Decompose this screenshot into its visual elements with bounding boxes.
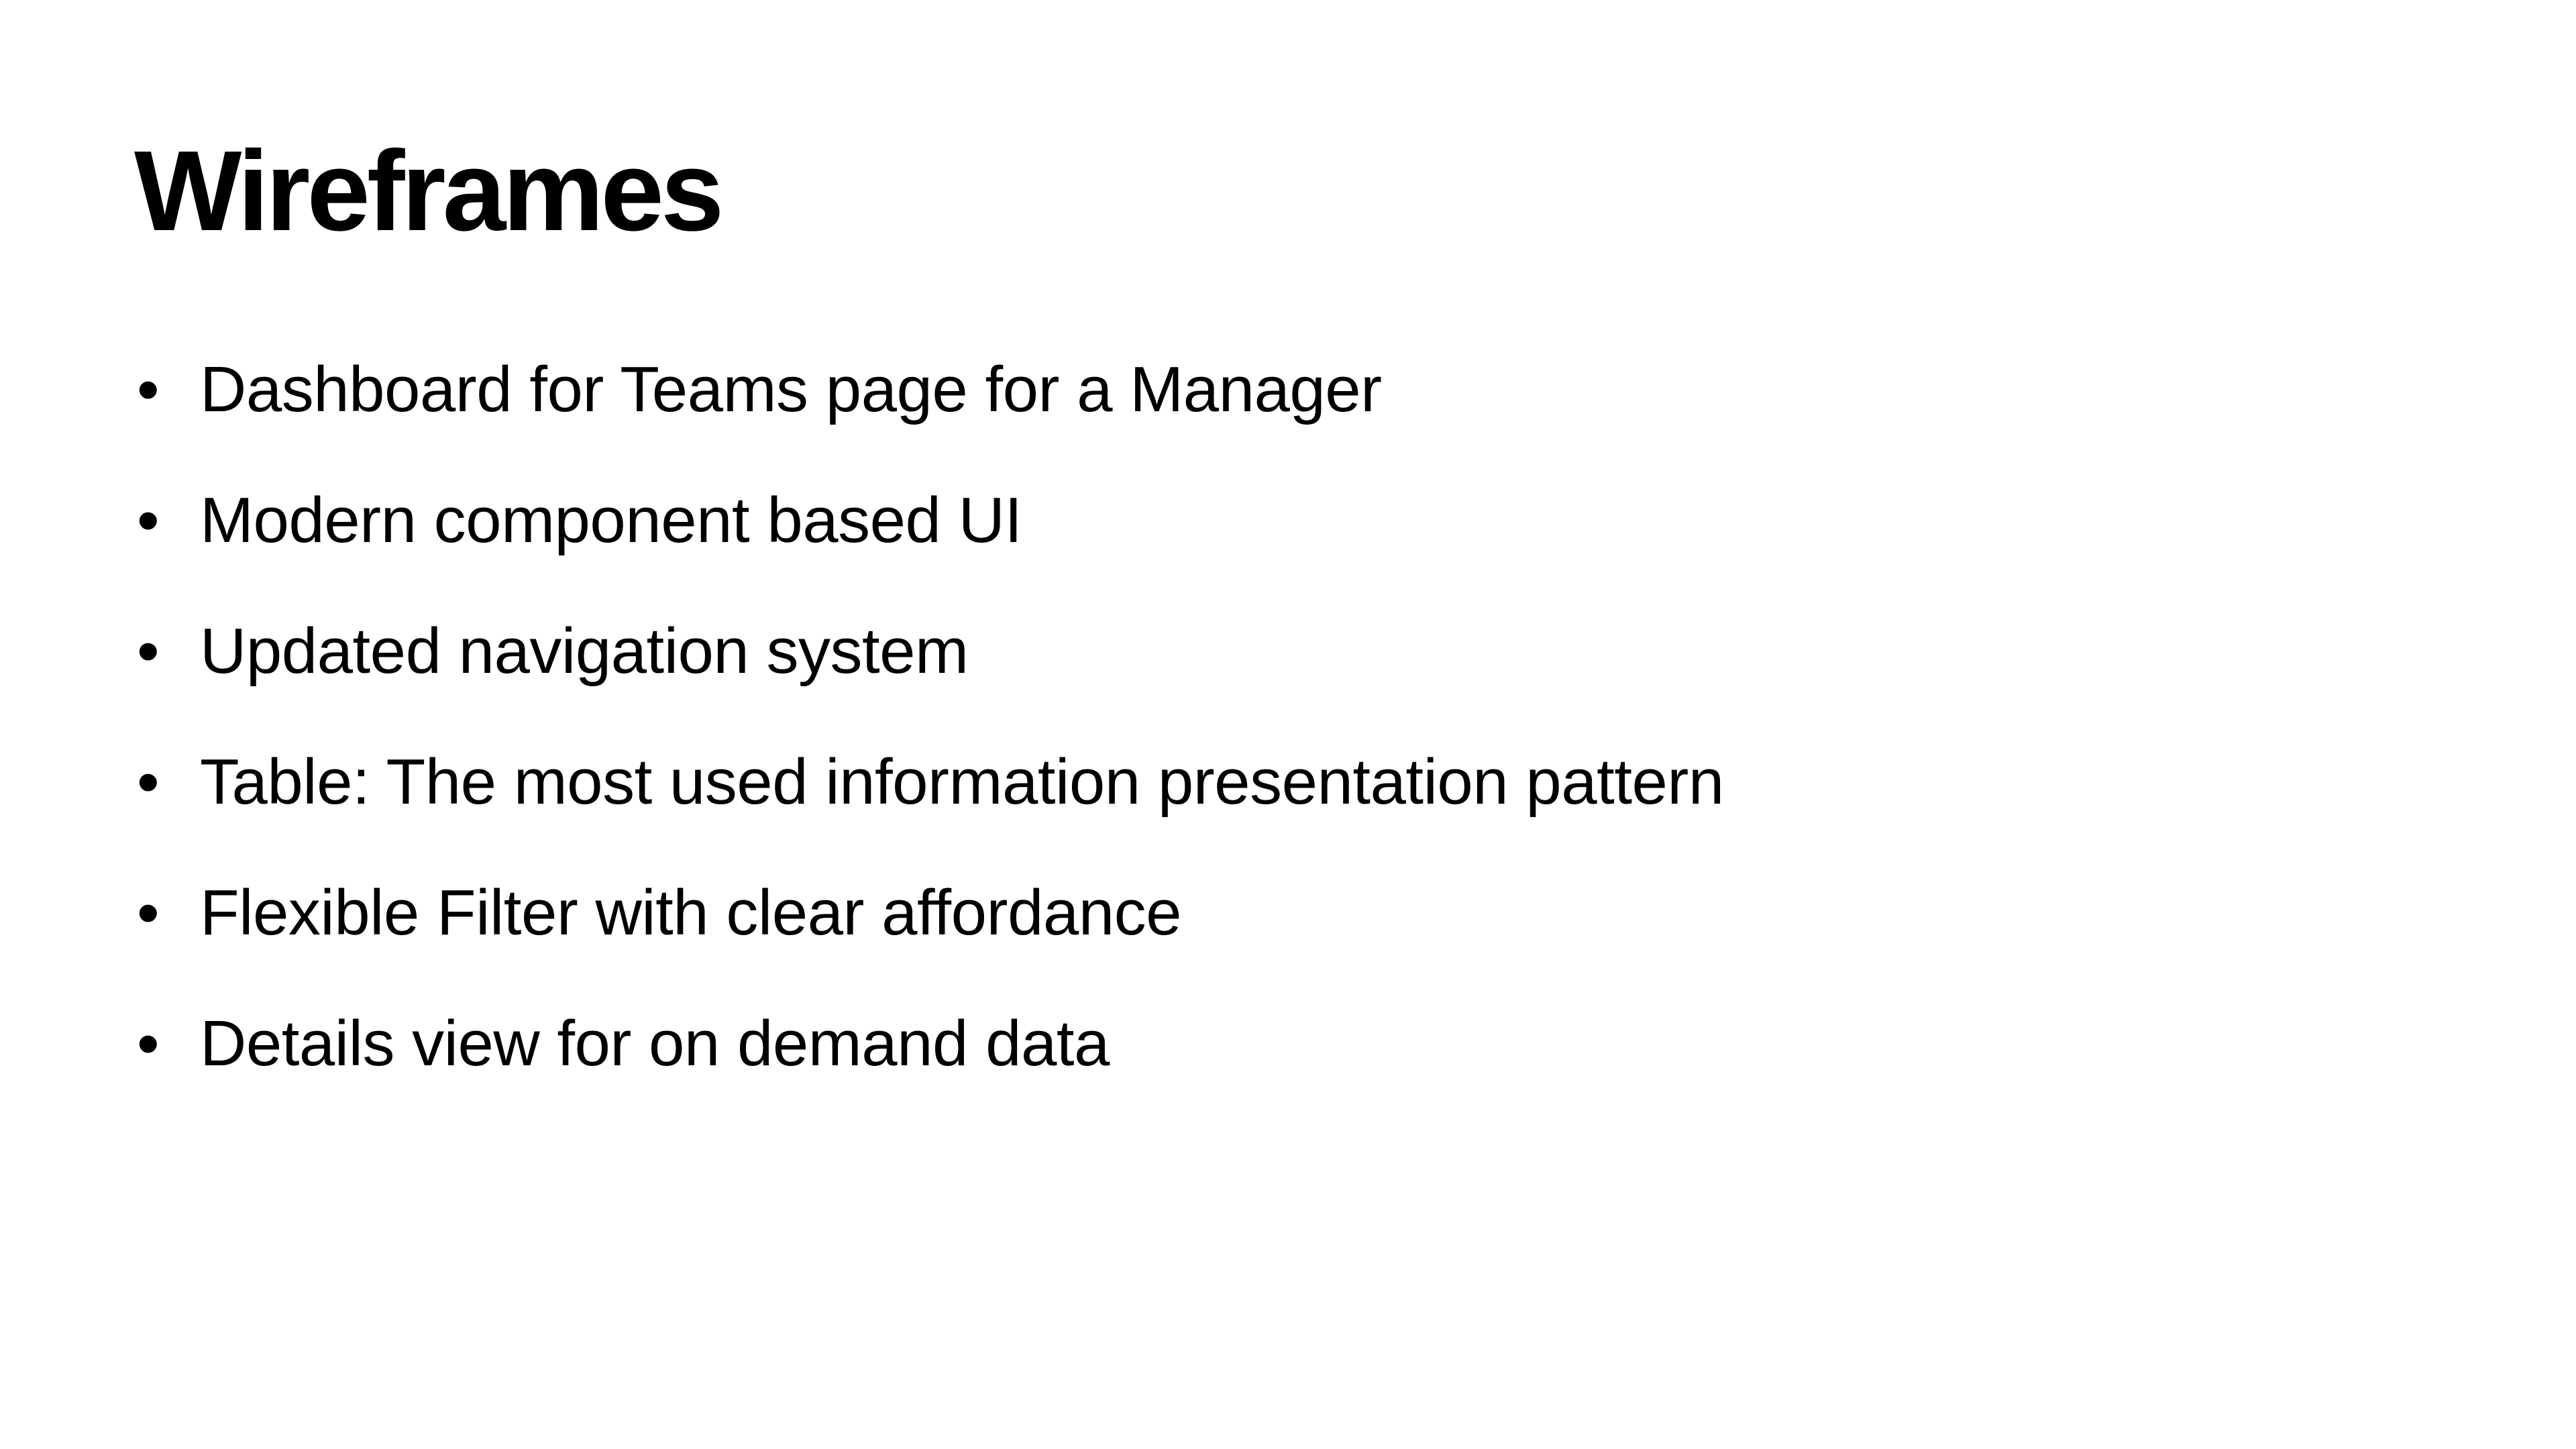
bullet-text: Details view for on demand data (200, 1008, 1110, 1079)
slide-title: Wireframes (134, 127, 724, 255)
bullet-item: • Dashboard for Teams page for a Manager (0, 346, 2576, 477)
bullet-text: Updated navigation system (200, 615, 969, 687)
bullet-marker: • (137, 877, 160, 949)
bullet-text: Flexible Filter with clear affordance (200, 877, 1182, 949)
bullet-list: • Dashboard for Teams page for a Manager… (0, 346, 2576, 1131)
bullet-marker: • (137, 615, 160, 687)
bullet-marker: • (137, 746, 160, 818)
bullet-text: Dashboard for Teams page for a Manager (200, 354, 1382, 425)
bullet-text: Modern component based UI (200, 484, 1022, 556)
bullet-marker: • (137, 354, 160, 425)
slide: Wireframes • Dashboard for Teams page fo… (0, 0, 2576, 1449)
bullet-text: Table: The most used information present… (200, 746, 1724, 818)
bullet-item: • Modern component based UI (0, 477, 2576, 608)
bullet-item: • Table: The most used information prese… (0, 739, 2576, 869)
bullet-item: • Details view for on demand data (0, 1000, 2576, 1131)
bullet-marker: • (137, 1008, 160, 1079)
bullet-item: • Flexible Filter with clear affordance (0, 869, 2576, 1000)
bullet-item: • Updated navigation system (0, 608, 2576, 739)
bullet-marker: • (137, 484, 160, 556)
